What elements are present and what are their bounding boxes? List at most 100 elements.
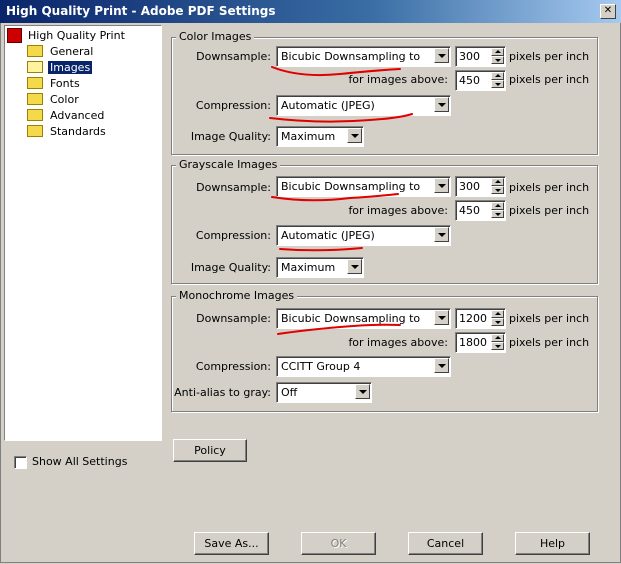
combo-value: Off bbox=[281, 386, 298, 399]
tree-item-fonts[interactable]: Fonts bbox=[27, 76, 82, 91]
show-all-settings-label: Show All Settings bbox=[32, 455, 128, 468]
gray-above-spinner[interactable]: 450 bbox=[455, 200, 506, 221]
color-above-label: for images above: bbox=[348, 73, 448, 86]
tree-item-general[interactable]: General bbox=[27, 44, 95, 59]
combo-value: Maximum bbox=[281, 130, 336, 143]
spin-down-icon[interactable] bbox=[491, 342, 504, 350]
color-downsample-select[interactable]: Bicubic Downsampling to bbox=[276, 46, 451, 67]
chevron-down-icon[interactable] bbox=[434, 48, 449, 63]
combo-value: Automatic (JPEG) bbox=[281, 229, 375, 242]
gray-quality-select[interactable]: Maximum bbox=[276, 257, 364, 278]
chevron-down-icon[interactable] bbox=[347, 259, 362, 274]
pdf-settings-icon bbox=[7, 27, 22, 43]
spinner-value: 300 bbox=[459, 180, 480, 193]
spin-down-icon[interactable] bbox=[491, 318, 504, 326]
chevron-down-icon[interactable] bbox=[434, 358, 449, 373]
gray-downsample-select[interactable]: Bicubic Downsampling to bbox=[276, 176, 451, 197]
settings-tree[interactable]: High Quality Print General Images Fonts … bbox=[4, 25, 162, 441]
tree-root[interactable]: High Quality Print bbox=[7, 27, 127, 43]
monochrome-images-legend: Monochrome Images bbox=[176, 289, 298, 302]
policy-button[interactable]: Policy bbox=[173, 439, 247, 462]
color-quality-select[interactable]: Maximum bbox=[276, 126, 364, 147]
gray-resolution-spinner[interactable]: 300 bbox=[455, 176, 506, 197]
tree-item-label: Advanced bbox=[50, 109, 105, 122]
spin-up-icon[interactable] bbox=[491, 202, 504, 210]
window-title: High Quality Print - Adobe PDF Settings bbox=[6, 4, 276, 18]
color-above-spinner[interactable]: 450 bbox=[455, 70, 506, 91]
spin-down-icon[interactable] bbox=[491, 186, 504, 194]
gray-above-unit: pixels per inch bbox=[509, 204, 590, 217]
tree-item-advanced[interactable]: Advanced bbox=[27, 108, 106, 123]
cancel-button[interactable]: Cancel bbox=[408, 532, 483, 555]
spin-down-icon[interactable] bbox=[491, 210, 504, 218]
chevron-down-icon[interactable] bbox=[355, 384, 370, 399]
tree-item-label: General bbox=[50, 45, 94, 58]
spinner-value: 1800 bbox=[459, 336, 487, 349]
mono-antialias-select[interactable]: Off bbox=[276, 382, 372, 403]
mono-downsample-label: Downsample: bbox=[196, 312, 271, 325]
tree-item-standards[interactable]: Standards bbox=[27, 124, 108, 139]
tree-item-label: Standards bbox=[50, 125, 106, 138]
chevron-down-icon[interactable] bbox=[434, 178, 449, 193]
tree-item-label: Color bbox=[50, 93, 79, 106]
chevron-down-icon[interactable] bbox=[434, 97, 449, 112]
mono-above-unit: pixels per inch bbox=[509, 336, 590, 349]
color-compression-select[interactable]: Automatic (JPEG) bbox=[276, 95, 451, 116]
folder-icon bbox=[27, 109, 43, 121]
gray-downsample-label: Downsample: bbox=[196, 181, 271, 194]
color-above-unit: pixels per inch bbox=[509, 73, 590, 86]
tree-item-images[interactable]: Images bbox=[27, 60, 93, 75]
folder-icon bbox=[27, 93, 43, 105]
spin-up-icon[interactable] bbox=[491, 72, 504, 80]
combo-value: Bicubic Downsampling to bbox=[281, 312, 421, 325]
help-button[interactable]: Help bbox=[515, 532, 590, 555]
mono-resolution-unit: pixels per inch bbox=[509, 312, 590, 325]
close-icon: ✕ bbox=[603, 5, 613, 16]
spinner-value: 1200 bbox=[459, 312, 487, 325]
folder-icon bbox=[27, 45, 43, 57]
chevron-down-icon[interactable] bbox=[347, 128, 362, 143]
mono-compression-select[interactable]: CCITT Group 4 bbox=[276, 356, 451, 377]
spinner-value: 450 bbox=[459, 74, 480, 87]
spin-up-icon[interactable] bbox=[491, 48, 504, 56]
folder-icon bbox=[27, 77, 43, 89]
gray-above-label: for images above: bbox=[348, 204, 448, 217]
ok-button[interactable]: OK bbox=[301, 532, 376, 555]
mono-compression-label: Compression: bbox=[195, 360, 271, 373]
combo-value: Maximum bbox=[281, 261, 336, 274]
close-button[interactable]: ✕ bbox=[600, 4, 616, 19]
gray-compression-select[interactable]: Automatic (JPEG) bbox=[276, 225, 451, 246]
spin-up-icon[interactable] bbox=[491, 310, 504, 318]
color-quality-label: Image Quality: bbox=[190, 130, 271, 143]
gray-resolution-unit: pixels per inch bbox=[509, 181, 590, 194]
chevron-down-icon[interactable] bbox=[434, 227, 449, 242]
color-compression-label: Compression: bbox=[195, 99, 271, 112]
tree-root-label: High Quality Print bbox=[28, 29, 125, 42]
spin-down-icon[interactable] bbox=[491, 80, 504, 88]
mono-above-spinner[interactable]: 1800 bbox=[455, 332, 506, 353]
color-resolution-unit: pixels per inch bbox=[509, 50, 590, 63]
tree-item-label: Fonts bbox=[50, 77, 80, 90]
mono-antialias-label: Anti-alias to gray: bbox=[174, 386, 271, 399]
folder-icon bbox=[27, 125, 43, 137]
grayscale-images-legend: Grayscale Images bbox=[176, 158, 281, 171]
show-all-settings-checkbox[interactable] bbox=[14, 456, 27, 469]
combo-value: Bicubic Downsampling to bbox=[281, 50, 421, 63]
color-images-legend: Color Images bbox=[176, 30, 255, 43]
combo-value: Bicubic Downsampling to bbox=[281, 180, 421, 193]
color-resolution-spinner[interactable]: 300 bbox=[455, 46, 506, 67]
open-folder-icon bbox=[27, 61, 43, 73]
mono-downsample-select[interactable]: Bicubic Downsampling to bbox=[276, 308, 451, 329]
spin-up-icon[interactable] bbox=[491, 178, 504, 186]
gray-compression-label: Compression: bbox=[195, 229, 271, 242]
save-as-button[interactable]: Save As... bbox=[194, 532, 269, 555]
spin-up-icon[interactable] bbox=[491, 334, 504, 342]
spinner-value: 300 bbox=[459, 50, 480, 63]
spinner-value: 450 bbox=[459, 204, 480, 217]
tree-item-color[interactable]: Color bbox=[27, 92, 81, 107]
mono-resolution-spinner[interactable]: 1200 bbox=[455, 308, 506, 329]
tree-item-label: Images bbox=[48, 61, 93, 74]
combo-value: CCITT Group 4 bbox=[281, 360, 361, 373]
chevron-down-icon[interactable] bbox=[434, 310, 449, 325]
spin-down-icon[interactable] bbox=[491, 56, 504, 64]
